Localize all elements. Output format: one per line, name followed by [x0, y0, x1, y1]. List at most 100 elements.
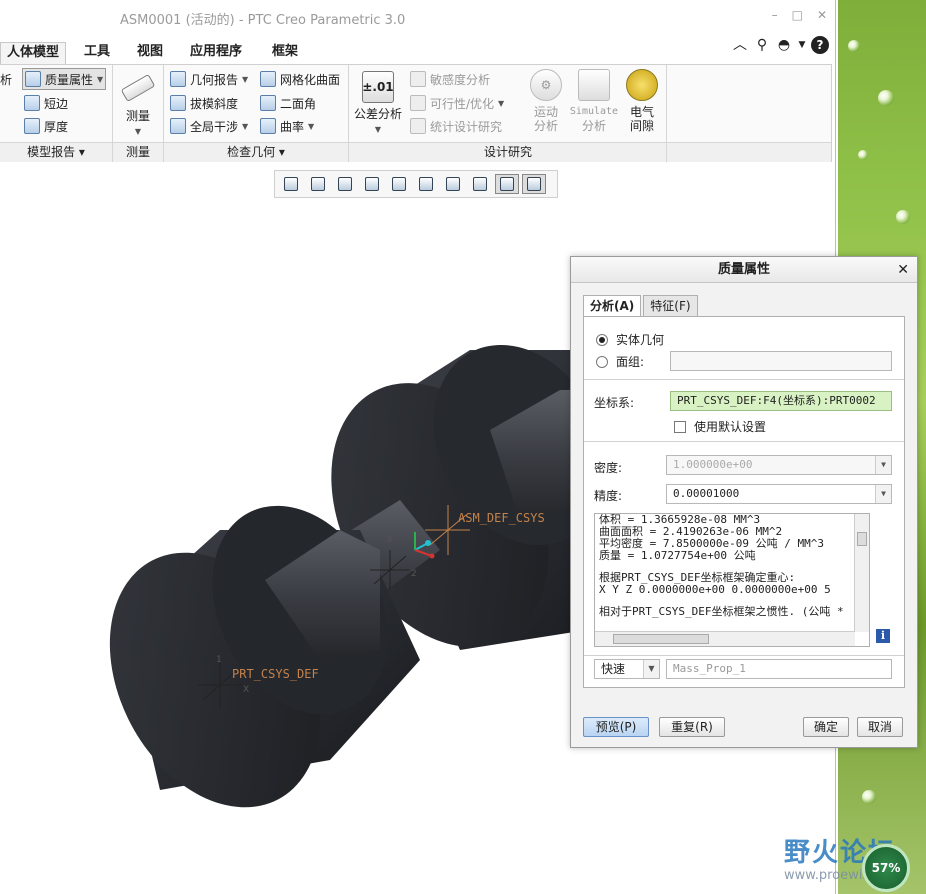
curvature-icon: [260, 118, 276, 134]
geometry-report-icon: [170, 71, 186, 87]
global-interference-button[interactable]: 全局干涉 ▼: [170, 116, 248, 136]
repaint-button[interactable]: [360, 174, 384, 194]
curvature-button[interactable]: 曲率 ▼: [260, 116, 314, 136]
zoom-out-button[interactable]: [333, 174, 357, 194]
tab-model[interactable]: 人体模型: [0, 42, 67, 64]
tolerance-icon: ±.01: [362, 71, 394, 103]
spin-center-button[interactable]: [522, 174, 546, 194]
repeat-button[interactable]: 重复(R): [659, 717, 725, 737]
close-button[interactable]: ✕: [817, 8, 827, 22]
analysis-name-input[interactable]: Mass_Prop_1: [666, 659, 892, 679]
mesh-surface-button[interactable]: 网格化曲面: [260, 69, 340, 89]
result-line: 相对于PRT_CSYS_DEF坐标框架之惯性. (公吨 *: [599, 605, 844, 618]
display-style-button[interactable]: [387, 174, 411, 194]
chevron-down-icon[interactable]: ▼: [797, 36, 807, 54]
zoom-out-icon: [338, 177, 352, 191]
view-manager-button[interactable]: [441, 174, 465, 194]
display-style-icon: [392, 177, 406, 191]
ok-button[interactable]: 确定: [803, 717, 849, 737]
part-csys-label: PRT_CSYS_DEF: [232, 667, 319, 681]
geometry-report-button[interactable]: 几何报告 ▼: [170, 69, 248, 89]
mesh-surface-icon: [260, 71, 276, 87]
statistical-design-button[interactable]: 统计设计研究: [410, 116, 502, 136]
annotation-display-button[interactable]: [495, 174, 519, 194]
title-bar: ASM0001 (活动的) - PTC Creo Parametric 3.0 …: [0, 0, 835, 34]
statistical-icon: [410, 118, 426, 134]
solid-geometry-option[interactable]: 实体几何: [596, 331, 664, 348]
tab-tools[interactable]: 工具: [78, 42, 116, 64]
tab-framework[interactable]: 框架: [266, 42, 304, 64]
minimize-button[interactable]: –: [772, 8, 778, 22]
quilt-radio[interactable]: [596, 355, 608, 368]
dihedral-angle-button[interactable]: 二面角: [260, 93, 316, 113]
sensitivity-icon: [410, 71, 426, 87]
cancel-button[interactable]: 取消: [857, 717, 903, 737]
quilt-collector[interactable]: [670, 351, 892, 371]
saved-orientations-button[interactable]: [414, 174, 438, 194]
chevron-down-icon[interactable]: ▼: [97, 75, 103, 84]
csys-label: 坐标系:: [594, 396, 635, 410]
measure-button[interactable]: 测量 ▼: [118, 71, 158, 139]
refit-button[interactable]: [279, 174, 303, 194]
zoom-in-icon: [311, 177, 325, 191]
tolerance-analysis-button[interactable]: ±.01 公差分析 ▼: [352, 71, 404, 137]
thickness-icon: [24, 118, 40, 134]
model-report-group-label[interactable]: 模型报告 ▾: [0, 142, 112, 162]
mass-properties-dialog: 质量属性 ✕ 分析(A) 特征(F) 实体几何 面组: 坐标系: PRT_CSY…: [570, 256, 918, 748]
accuracy-label: 精度:: [594, 489, 623, 503]
simulate-analysis-button[interactable]: Simulate 分析: [568, 69, 620, 135]
mass-properties-button[interactable]: 质量属性 ▼: [22, 68, 107, 90]
ribbon: 析 质量属性 ▼ 短边 厚度 模型报告 ▾ 测量 ▼ 测量 几何报告 ▼ 网格化…: [0, 64, 832, 162]
solid-geometry-radio[interactable]: [596, 333, 608, 346]
feasibility-optimization-button[interactable]: 可行性/优化 ▼: [410, 93, 504, 113]
thickness-button[interactable]: 厚度: [24, 116, 68, 136]
electrical-clearance-button[interactable]: 电气 间隙: [622, 69, 662, 133]
use-default-checkbox[interactable]: [674, 420, 686, 433]
accuracy-select[interactable]: 0.00001000 ▼: [666, 484, 892, 504]
preview-button[interactable]: 预览(P): [583, 717, 649, 737]
maximize-button[interactable]: □: [792, 8, 803, 22]
electrical-clearance-icon: [626, 69, 658, 101]
help-icon[interactable]: ?: [811, 36, 829, 54]
repaint-icon: [365, 177, 379, 191]
tab-applications[interactable]: 应用程序: [184, 42, 248, 64]
annotation-display-icon: [500, 177, 514, 191]
motion-analysis-button[interactable]: ⚙ 运动 分析: [524, 69, 568, 133]
gear-icon: ⚙: [530, 69, 562, 101]
density-select[interactable]: 1.000000e+00 ▼: [666, 455, 892, 475]
global-interference-icon: [170, 118, 186, 134]
close-icon[interactable]: ✕: [897, 257, 909, 283]
inspect-geometry-group-label[interactable]: 检查几何 ▾: [164, 142, 348, 162]
use-default-option[interactable]: 使用默认设置: [674, 418, 766, 435]
datum-display-button[interactable]: [468, 174, 492, 194]
draft-icon: [170, 95, 186, 111]
compute-mode-select[interactable]: 快速 ▼: [594, 659, 660, 679]
results-area[interactable]: 体积 = 1.3665928e-08 MM^3 曲面面积 = 2.4190263…: [594, 513, 870, 647]
result-line: 质量 = 1.0727754e+00 公吨: [599, 549, 756, 562]
short-edge-button[interactable]: 短边: [24, 93, 68, 113]
quilt-option[interactable]: 面组:: [596, 353, 644, 370]
csys-collector[interactable]: PRT_CSYS_DEF:F4(坐标系):PRT0002: [670, 391, 892, 411]
community-icon[interactable]: ◓: [775, 36, 793, 54]
tab-view[interactable]: 视图: [131, 42, 169, 64]
part-csys-axis-1: 1: [216, 655, 222, 665]
draft-button[interactable]: 拔模斜度: [170, 93, 238, 113]
sensitivity-analysis-button[interactable]: 敏感度分析: [410, 69, 490, 89]
clipped-analysis-button[interactable]: 析: [0, 69, 12, 89]
info-icon[interactable]: i: [876, 629, 890, 643]
analysis-panel: 实体几何 面组: 坐标系: PRT_CSYS_DEF:F4(坐标系):PRT00…: [583, 316, 905, 688]
dialog-title: 质量属性: [717, 262, 770, 277]
tab-analysis[interactable]: 分析(A): [583, 295, 642, 317]
collapse-ribbon-icon[interactable]: ︿: [731, 36, 749, 54]
tab-feature[interactable]: 特征(F): [643, 295, 698, 317]
zoom-in-button[interactable]: [306, 174, 330, 194]
results-vertical-scrollbar[interactable]: [854, 514, 869, 632]
view-manager-icon: [446, 177, 460, 191]
dihedral-angle-icon: [260, 95, 276, 111]
ruler-icon: [120, 73, 156, 103]
search-icon[interactable]: ⚲: [753, 36, 771, 54]
results-horizontal-scrollbar[interactable]: [595, 631, 855, 646]
refit-icon: [284, 177, 298, 191]
mass-properties-icon: [25, 71, 41, 87]
density-label: 密度:: [594, 461, 623, 475]
